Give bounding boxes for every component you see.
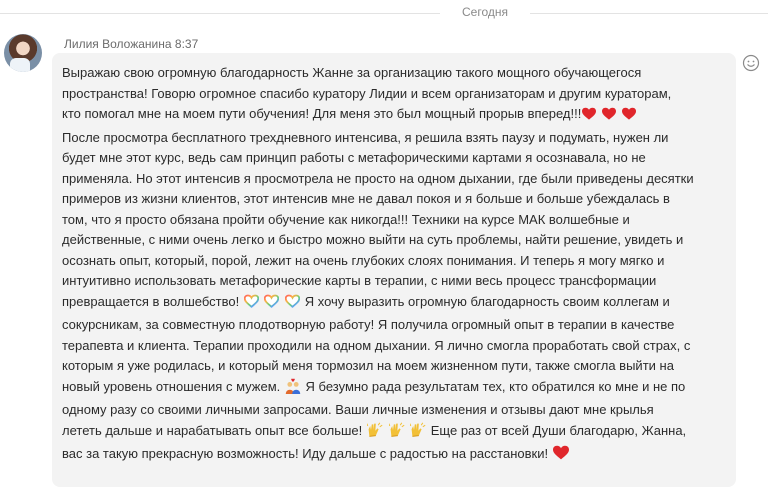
rainbow-heart-icon: [264, 294, 279, 309]
message-line: После просмотра бесплатного трехдневного…: [62, 129, 669, 145]
date-separator: Сегодня: [0, 0, 768, 26]
separator-line-right: [530, 13, 768, 14]
message-line: примеров из жизни клиентов, этот интенси…: [62, 191, 670, 206]
message-line: новый уровень отношения с мужем.: [62, 378, 281, 394]
raising-hands-icon: [389, 422, 405, 438]
message-line: превращается в волшебство!: [62, 293, 240, 309]
message-line: вас за такую прекрасную возможность! Иду…: [62, 446, 549, 461]
message-line: одному разу со своими личными запросами.…: [62, 402, 654, 417]
message-line: которым я уже родилась, и который меня т…: [62, 358, 674, 373]
message-line: Еще раз от всей Души благодарю, Жанна,: [430, 422, 687, 438]
rainbow-heart-icon: [285, 294, 300, 309]
message-line: лететь дальше и нарабатывать опыт все бо…: [62, 422, 363, 438]
avatar[interactable]: [4, 34, 42, 72]
message-text: Выражаю свою огромную благодарность Жанн…: [62, 63, 722, 468]
message-line: Я хочу выразить огромную благодарность с…: [304, 293, 670, 309]
red-heart-icon: [553, 445, 569, 461]
message-line: Выражаю свою огромную благодарность Жанн…: [62, 65, 642, 80]
message-line: интуитивно использовать метафорические к…: [62, 273, 657, 288]
red-heart-icon: [602, 107, 616, 121]
message-line: том, что я просто обязана пройти обучени…: [62, 211, 630, 227]
date-label: Сегодня: [462, 5, 508, 19]
raising-hands-icon: [367, 422, 383, 438]
message-line: действенные, с ними очень легко и быстро…: [62, 232, 684, 247]
message-line: будет мне этот курс, ведь сам принцип ра…: [62, 150, 646, 165]
message-line: пространства! Говорю огромное спасибо ку…: [62, 85, 672, 101]
raising-hands-icon: [410, 422, 426, 438]
red-heart-icon: [622, 107, 636, 121]
message-line: осознать опыт, который, порой, лежит на …: [62, 252, 665, 268]
rainbow-heart-icon: [244, 294, 259, 309]
message-line: терапевта и клиента. Терапии проходили н…: [62, 337, 691, 353]
message-header: Лилия Воложанина 8:37: [64, 37, 198, 51]
sender-name[interactable]: Лилия Воложанина: [64, 37, 172, 51]
separator-line-left: [0, 13, 440, 14]
smiley-reaction-icon[interactable]: [742, 54, 760, 72]
message-line: кто помогал мне на моем пути обучения! Д…: [62, 106, 582, 121]
message-line: Я безумно рада результатам тех, кто обра…: [305, 378, 686, 394]
message-line: применяла. Но этот интенсив я просмотрел…: [62, 170, 694, 186]
couple-with-heart-icon: [285, 378, 301, 394]
message-line: сокурсникам, за совместную плодотворную …: [62, 317, 675, 332]
red-heart-icon: [582, 107, 596, 121]
message-time: 8:37: [174, 37, 199, 51]
